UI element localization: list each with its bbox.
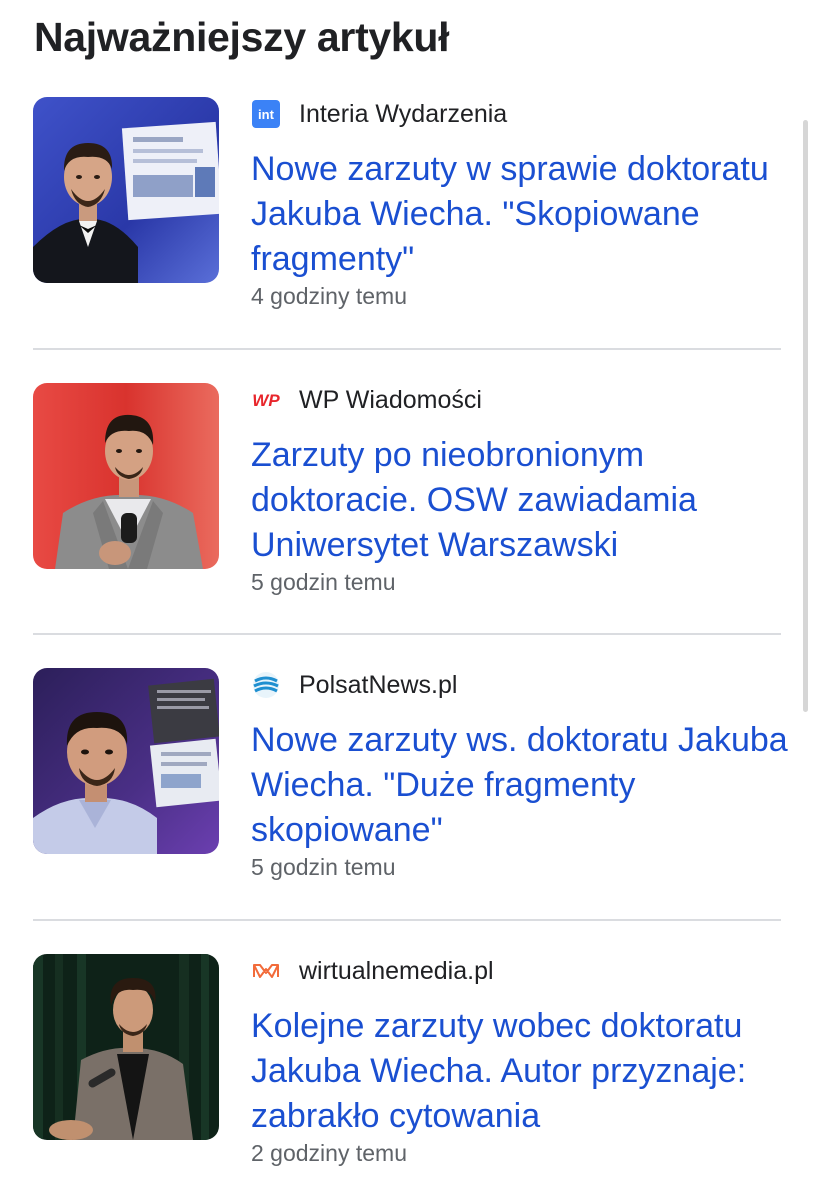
article-source: wirtualnemedia.pl (251, 956, 494, 986)
article-timestamp: 5 godzin temu (251, 854, 396, 880)
article-source: PolsatNews.pl (251, 670, 457, 700)
wirtualnemedia-logo-icon (251, 956, 281, 986)
article-timestamp: 4 godziny temu (251, 283, 407, 309)
article-card-3[interactable]: PolsatNews.pl Nowe zarzuty ws. doktoratu… (0, 668, 790, 928)
article-thumbnail[interactable] (33, 97, 219, 283)
source-name: WP Wiadomości (299, 385, 482, 414)
svg-text:int: int (258, 107, 275, 122)
source-name: Interia Wydarzenia (299, 99, 508, 128)
divider (33, 919, 781, 921)
article-thumbnail-image (33, 954, 219, 1140)
article-card-1[interactable]: int Interia Wydarzenia Nowe zarzuty w sp… (0, 97, 790, 357)
section-heading: Najważniejszy artykuł (34, 14, 450, 60)
wp-logo-icon: WP (251, 385, 281, 415)
article-thumbnail-image (33, 383, 219, 569)
article-timestamp: 2 godziny temu (251, 1140, 407, 1166)
source-name: PolsatNews.pl (299, 670, 458, 699)
article-timestamp: 5 godzin temu (251, 569, 396, 595)
article-thumbnail-image (33, 97, 219, 283)
article-headline-link[interactable]: Nowe zarzuty ws. doktoratu Jakuba Wiecha… (251, 718, 791, 853)
top-story-panel: Najważniejszy artykuł int Interia Wydarz… (0, 0, 814, 1200)
article-thumbnail-image (33, 668, 219, 854)
article-thumbnail[interactable] (33, 668, 219, 854)
article-card-4[interactable]: wirtualnemedia.pl Kolejne zarzuty wobec … (0, 954, 790, 1200)
article-card-2[interactable]: WP WP Wiadomości Zarzuty po nieobroniony… (0, 383, 790, 643)
divider (33, 633, 781, 635)
divider (33, 348, 781, 350)
article-source: WP WP Wiadomości (251, 385, 482, 415)
scrollbar[interactable] (803, 120, 808, 712)
article-thumbnail[interactable] (33, 954, 219, 1140)
article-headline-link[interactable]: Nowe zarzuty w sprawie doktoratu Jakuba … (251, 147, 791, 282)
article-headline-link[interactable]: Zarzuty po nieobronionym doktoracie. OSW… (251, 433, 791, 568)
article-thumbnail[interactable] (33, 383, 219, 569)
interia-logo-icon: int (251, 99, 281, 129)
article-source: int Interia Wydarzenia (251, 99, 507, 129)
svg-text:WP: WP (252, 391, 280, 410)
polsatnews-logo-icon (251, 670, 281, 700)
source-name: wirtualnemedia.pl (299, 956, 494, 985)
article-headline-link[interactable]: Kolejne zarzuty wobec doktoratu Jakuba W… (251, 1004, 791, 1139)
